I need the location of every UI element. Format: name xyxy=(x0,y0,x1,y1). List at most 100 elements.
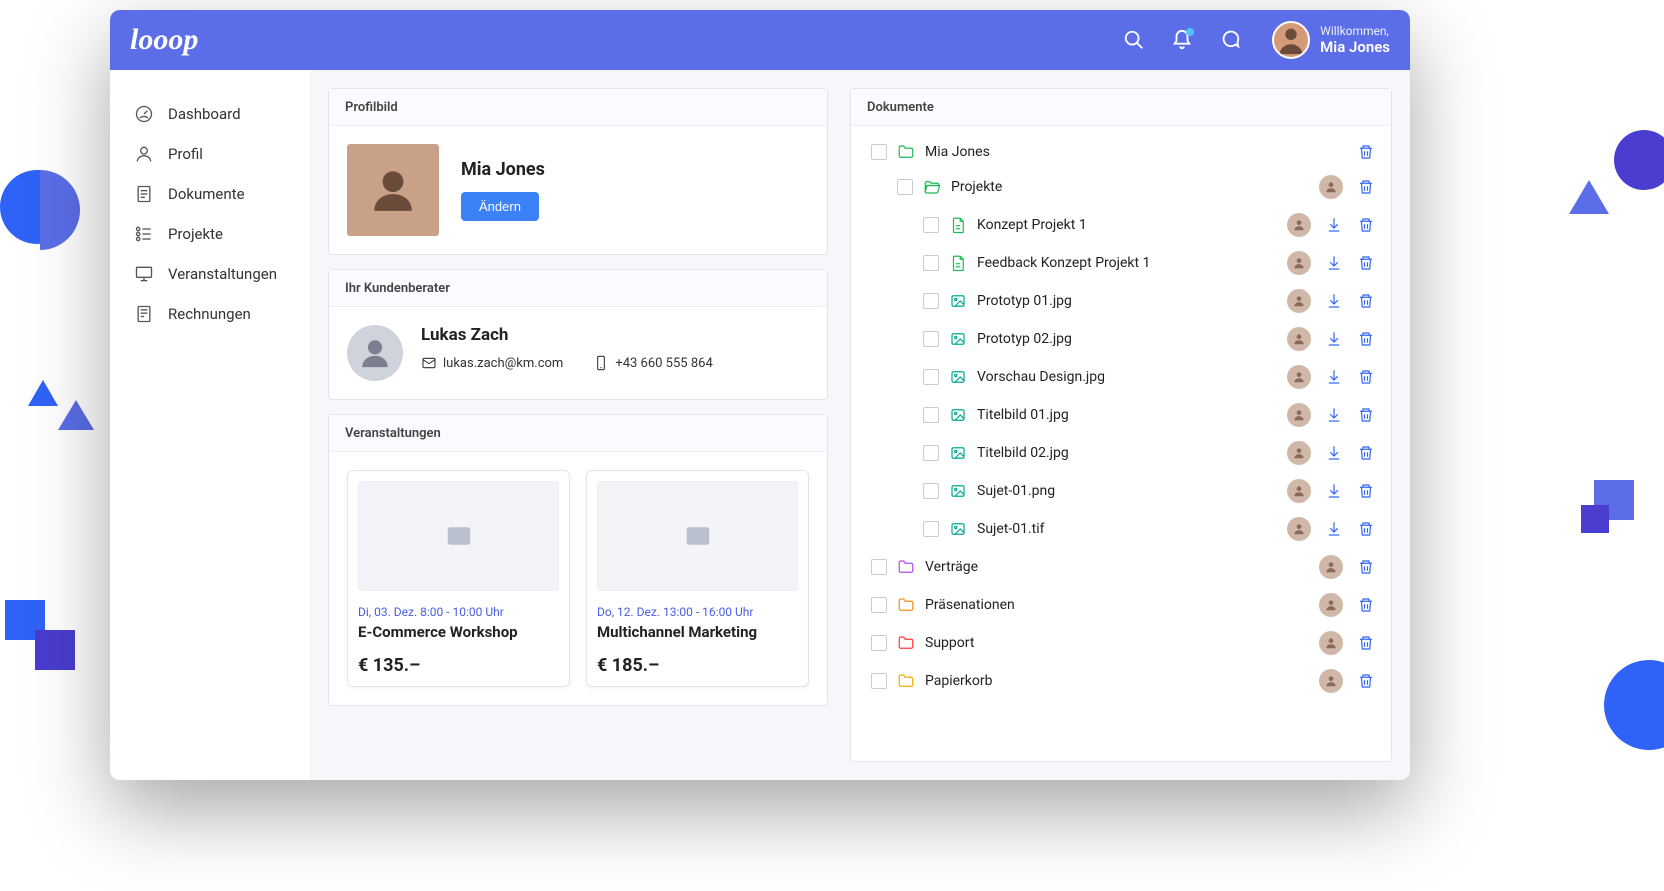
download-icon[interactable] xyxy=(1325,330,1343,348)
delete-icon[interactable] xyxy=(1357,254,1375,272)
search-icon[interactable] xyxy=(1120,26,1148,54)
sidebar-item-dashboard[interactable]: Dashboard xyxy=(110,94,310,134)
panel-title: Veranstaltungen xyxy=(345,426,441,441)
event-price: € 185.– xyxy=(597,655,798,676)
delete-icon[interactable] xyxy=(1357,444,1375,462)
document-row[interactable]: Support xyxy=(851,624,1385,662)
delete-icon[interactable] xyxy=(1357,558,1375,576)
document-name: Papierkorb xyxy=(925,673,1311,689)
checkbox[interactable] xyxy=(923,521,939,537)
owner-avatar xyxy=(1287,517,1311,541)
delete-icon[interactable] xyxy=(1357,520,1375,538)
owner-avatar xyxy=(1319,593,1343,617)
checkbox[interactable] xyxy=(871,635,887,651)
collapse-icon[interactable] xyxy=(1359,99,1375,115)
image-icon xyxy=(444,521,474,551)
checkbox[interactable] xyxy=(871,597,887,613)
checkbox[interactable] xyxy=(923,217,939,233)
delete-icon[interactable] xyxy=(1357,216,1375,234)
checkbox[interactable] xyxy=(923,331,939,347)
delete-icon[interactable] xyxy=(1357,634,1375,652)
document-row[interactable]: Sujet-01.png xyxy=(851,472,1385,510)
document-row[interactable]: Titelbild 01.jpg xyxy=(851,396,1385,434)
checkbox[interactable] xyxy=(923,483,939,499)
download-icon[interactable] xyxy=(1325,368,1343,386)
phone-icon xyxy=(593,355,609,371)
delete-icon[interactable] xyxy=(1357,406,1375,424)
document-row[interactable]: Prototyp 02.jpg xyxy=(851,320,1385,358)
download-icon[interactable] xyxy=(1325,216,1343,234)
delete-icon[interactable] xyxy=(1357,178,1375,196)
document-row[interactable]: Konzept Projekt 1 xyxy=(851,206,1385,244)
delete-icon[interactable] xyxy=(1357,143,1375,161)
sidebar-item-projekte[interactable]: Projekte xyxy=(110,214,310,254)
download-icon[interactable] xyxy=(1325,444,1343,462)
checkbox[interactable] xyxy=(871,673,887,689)
document-row[interactable]: Feedback Konzept Projekt 1 xyxy=(851,244,1385,282)
document-row[interactable]: Prototyp 01.jpg xyxy=(851,282,1385,320)
document-row[interactable]: Projekte xyxy=(851,168,1385,206)
download-icon[interactable] xyxy=(1325,292,1343,310)
delete-icon[interactable] xyxy=(1357,482,1375,500)
delete-icon[interactable] xyxy=(1357,672,1375,690)
document-row[interactable]: Verträge xyxy=(851,548,1385,586)
checkbox[interactable] xyxy=(923,369,939,385)
top-header: looop Willkommen, Mia Jones xyxy=(110,10,1410,70)
event-card[interactable]: Do, 12. Dez. 13:00 - 16:00 Uhr Multichan… xyxy=(586,470,809,687)
notifications-icon[interactable] xyxy=(1168,26,1196,54)
document-name: Prototyp 02.jpg xyxy=(977,331,1279,347)
delete-icon[interactable] xyxy=(1357,292,1375,310)
panel-profilbild: Profilbild Mia Jones Ändern xyxy=(328,88,828,255)
document-row[interactable]: Präsenationen xyxy=(851,586,1385,624)
checkbox[interactable] xyxy=(871,144,887,160)
drag-handle-icon[interactable] xyxy=(1333,99,1349,115)
download-icon[interactable] xyxy=(1325,254,1343,272)
document-name: Sujet-01.png xyxy=(977,483,1279,499)
document-name: Konzept Projekt 1 xyxy=(977,217,1279,233)
app-window: looop Willkommen, Mia Jones Dashboard xyxy=(110,10,1410,780)
checkbox[interactable] xyxy=(923,255,939,271)
change-picture-button[interactable]: Ändern xyxy=(461,192,539,221)
document-row[interactable]: Sujet-01.tif xyxy=(851,510,1385,548)
checkbox[interactable] xyxy=(923,293,939,309)
image-icon xyxy=(683,521,713,551)
panel-documents: Dokumente Mia JonesProjekteKonzept Proje… xyxy=(850,88,1392,762)
collapse-icon[interactable] xyxy=(795,425,811,441)
user-menu[interactable]: Willkommen, Mia Jones xyxy=(1272,21,1390,59)
sidebar-item-rechnungen[interactable]: Rechnungen xyxy=(110,294,310,334)
checkbox[interactable] xyxy=(897,179,913,195)
drag-handle-icon[interactable] xyxy=(769,280,785,296)
checkbox[interactable] xyxy=(923,445,939,461)
collapse-icon[interactable] xyxy=(795,280,811,296)
delete-icon[interactable] xyxy=(1357,330,1375,348)
document-row[interactable]: Papierkorb xyxy=(851,662,1385,700)
deco-shape xyxy=(35,630,75,670)
advisor-email[interactable]: lukas.zach@km.com xyxy=(421,355,563,371)
sidebar-item-profil[interactable]: Profil xyxy=(110,134,310,174)
mail-icon xyxy=(421,355,437,371)
download-icon[interactable] xyxy=(1325,520,1343,538)
collapse-icon[interactable] xyxy=(795,99,811,115)
sidebar-item-veranstaltungen[interactable]: Veranstaltungen xyxy=(110,254,310,294)
document-row[interactable]: Mia Jones xyxy=(851,136,1385,168)
event-title: Multichannel Marketing xyxy=(597,623,798,641)
download-icon[interactable] xyxy=(1325,406,1343,424)
drag-handle-icon[interactable] xyxy=(769,99,785,115)
advisor-phone[interactable]: +43 660 555 864 xyxy=(593,355,712,371)
folder-icon xyxy=(897,596,915,614)
download-icon[interactable] xyxy=(1325,482,1343,500)
delete-icon[interactable] xyxy=(1357,368,1375,386)
file-document-icon xyxy=(949,216,967,234)
event-card[interactable]: Di, 03. Dez. 8:00 - 10:00 Uhr E-Commerce… xyxy=(347,470,570,687)
chat-icon[interactable] xyxy=(1216,26,1244,54)
checkbox[interactable] xyxy=(923,407,939,423)
document-row[interactable]: Titelbild 02.jpg xyxy=(851,434,1385,472)
folder-icon xyxy=(897,672,915,690)
owner-avatar xyxy=(1287,403,1311,427)
document-row[interactable]: Vorschau Design.jpg xyxy=(851,358,1385,396)
checkbox[interactable] xyxy=(871,559,887,575)
delete-icon[interactable] xyxy=(1357,596,1375,614)
sidebar-item-dokumente[interactable]: Dokumente xyxy=(110,174,310,214)
deco-shape xyxy=(1614,130,1664,190)
drag-handle-icon[interactable] xyxy=(769,425,785,441)
